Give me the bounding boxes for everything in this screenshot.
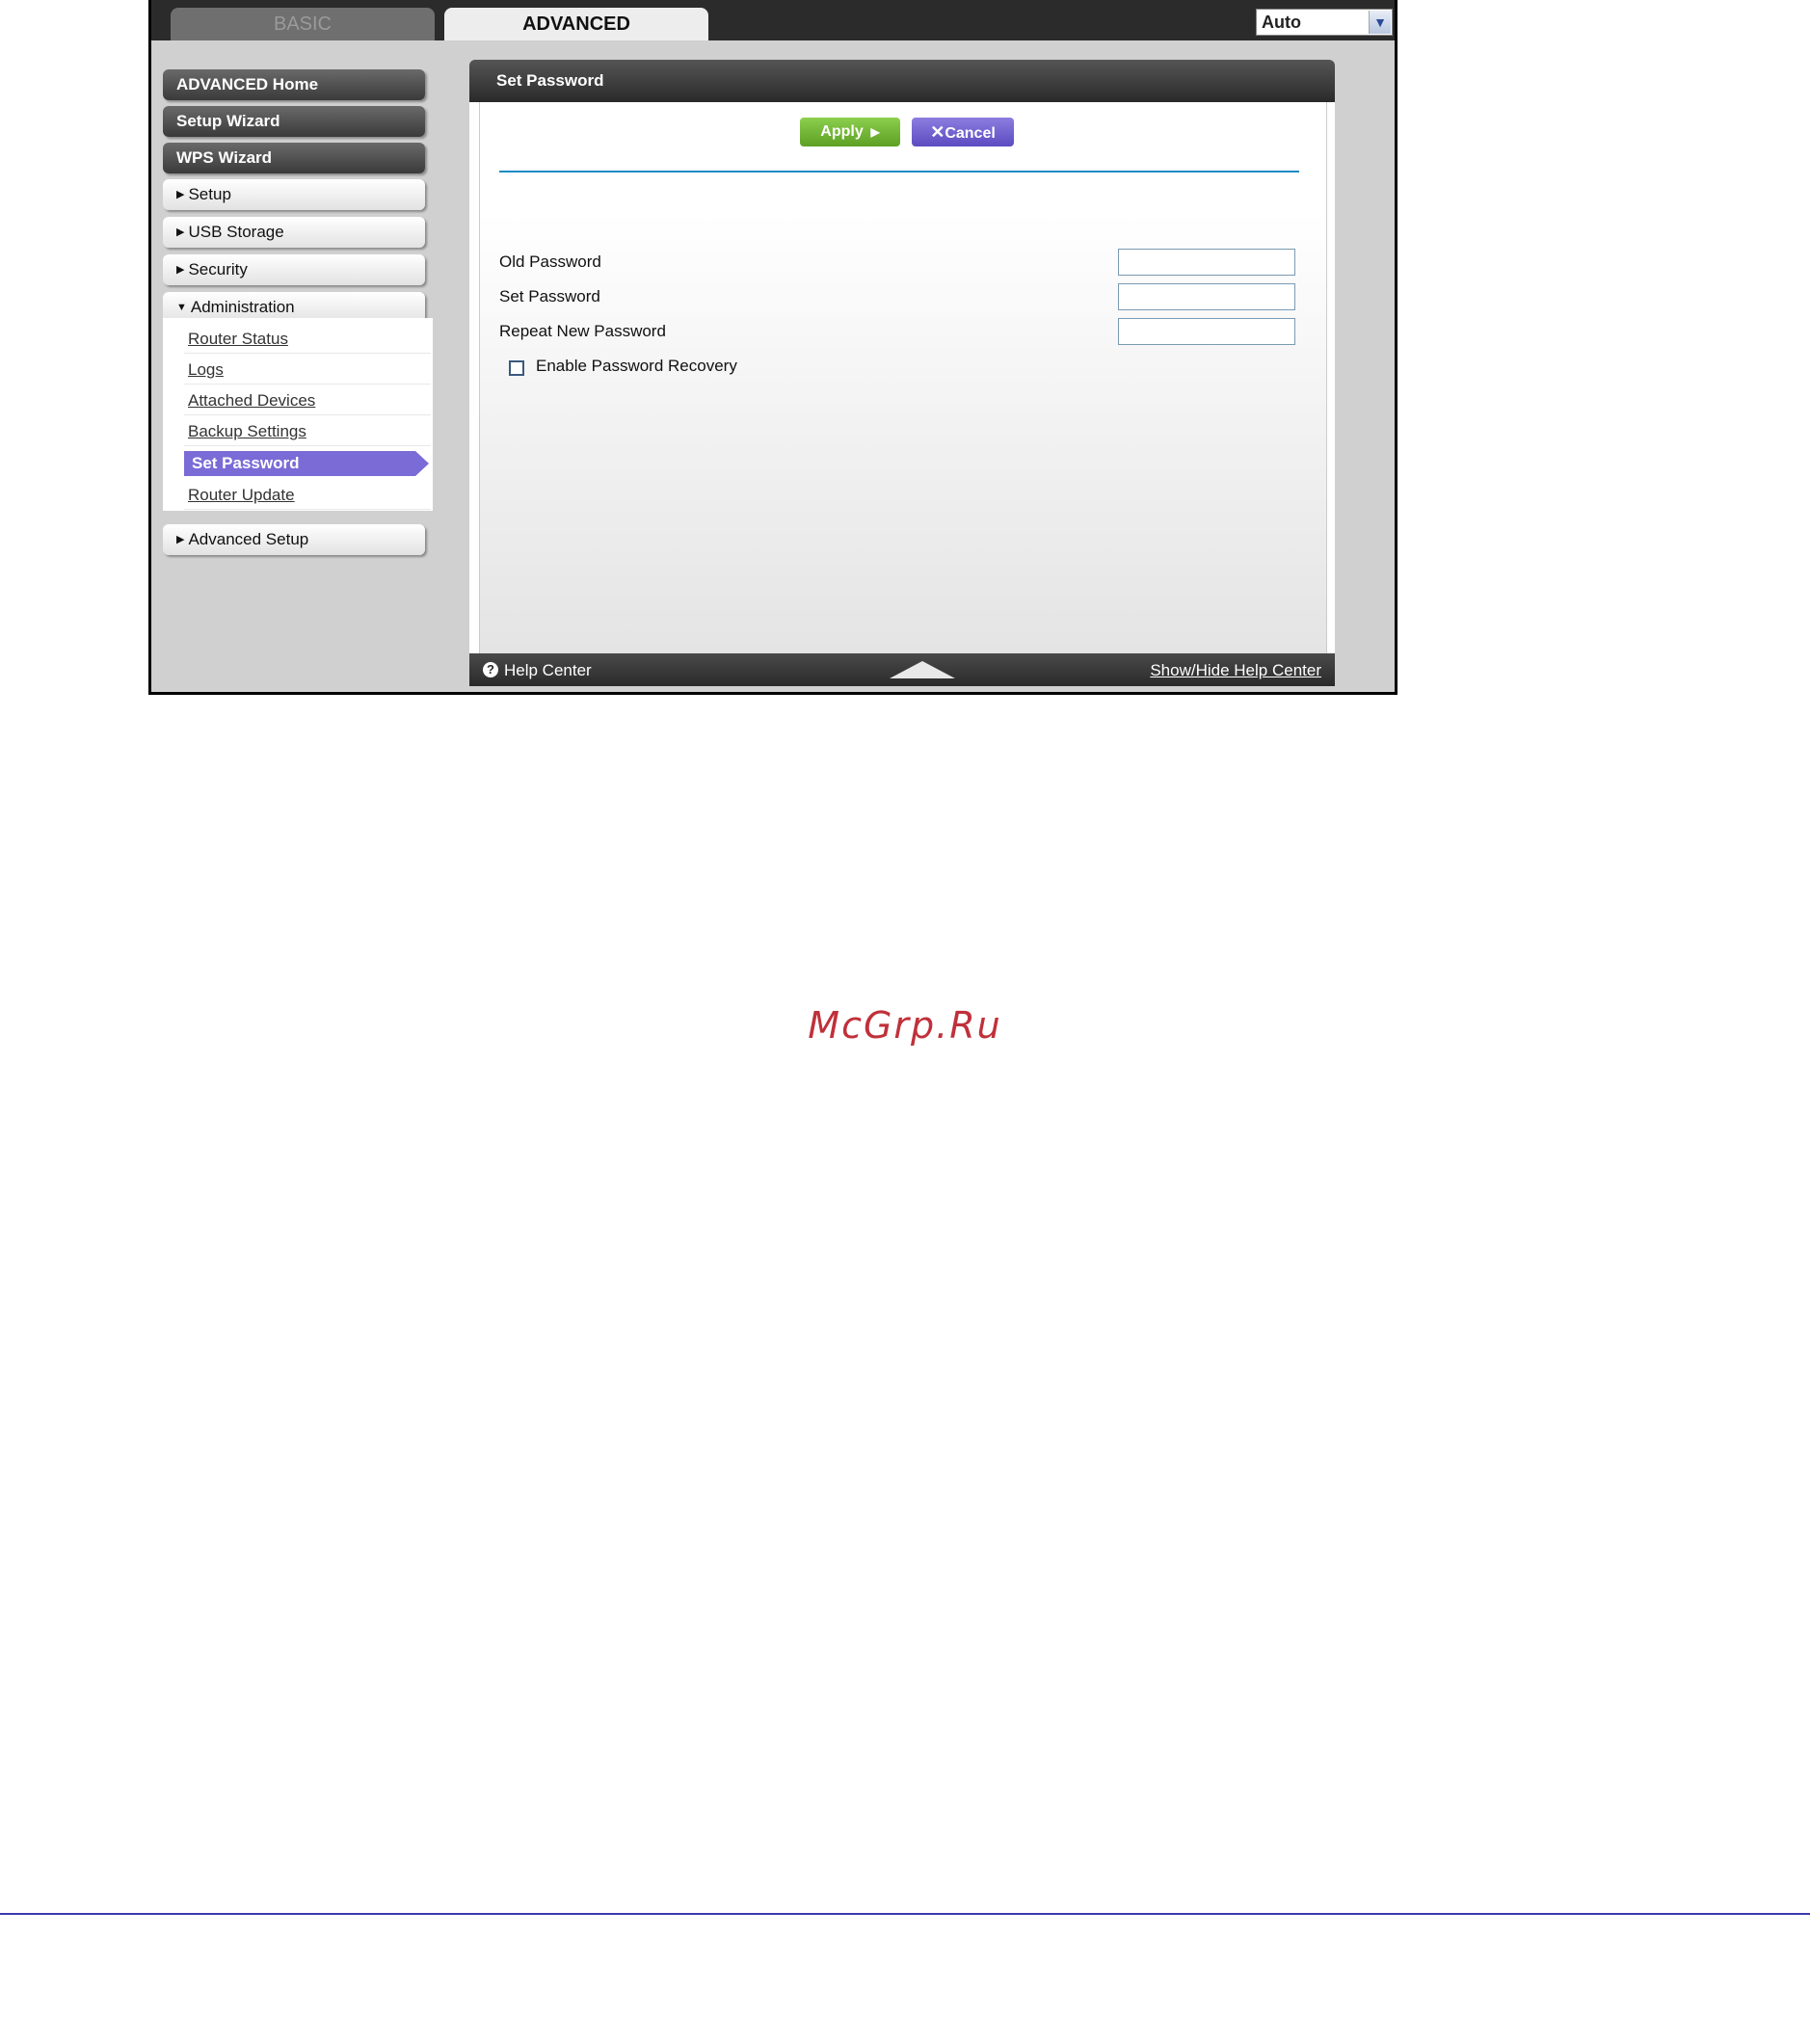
sidebar-item-set-password[interactable]: Set Password <box>184 451 429 476</box>
apply-button[interactable]: Apply ▶ <box>800 118 900 146</box>
top-tab-bar: BASIC ADVANCED Auto ▼ <box>151 0 1395 40</box>
sidebar-item-advanced-home[interactable]: ADVANCED Home <box>163 69 425 100</box>
caret-right-icon: ▶ <box>176 264 185 276</box>
set-password-field[interactable] <box>1118 283 1295 310</box>
expand-up-icon[interactable] <box>890 661 955 678</box>
tab-advanced[interactable]: ADVANCED <box>444 8 708 40</box>
close-icon: ✕ <box>930 122 945 142</box>
show-hide-help-link[interactable]: Show/Hide Help Center <box>1150 661 1321 680</box>
router-admin-window: BASIC ADVANCED Auto ▼ ADVANCED Home Setu… <box>148 0 1397 695</box>
help-icon: ? <box>483 662 498 677</box>
panel-title: Set Password <box>469 60 1335 102</box>
sidebar-item-setup-wizard[interactable]: Setup Wizard <box>163 106 425 137</box>
caret-right-icon: ▶ <box>176 534 185 545</box>
play-icon: ▶ <box>867 125 880 139</box>
panel-body: Apply ▶ ✕Cancel Old Password Set Passwor… <box>479 102 1327 653</box>
sidebar-section-label: Administration <box>190 298 295 316</box>
tab-basic[interactable]: BASIC <box>171 8 435 40</box>
sidebar-section-label: USB Storage <box>188 223 284 241</box>
sidebar-section-usb-storage[interactable]: ▶ USB Storage <box>163 217 425 248</box>
caret-down-icon: ▼ <box>176 302 187 313</box>
sidebar-item-router-update[interactable]: Router Update <box>184 480 431 510</box>
caret-right-icon: ▶ <box>176 189 185 200</box>
language-select-value: Auto <box>1262 13 1301 32</box>
section-divider <box>499 171 1299 173</box>
sidebar-item-attached-devices[interactable]: Attached Devices <box>184 385 431 415</box>
sidebar-section-label: Security <box>188 260 248 279</box>
sidebar-section-label: Advanced Setup <box>188 530 309 548</box>
old-password-label: Old Password <box>499 252 601 271</box>
sidebar-section-advanced-setup[interactable]: ▶ Advanced Setup <box>163 524 425 555</box>
password-recovery-label: Enable Password Recovery <box>536 357 737 375</box>
old-password-field[interactable] <box>1118 249 1295 276</box>
repeat-password-field[interactable] <box>1118 318 1295 345</box>
sidebar-item-router-status[interactable]: Router Status <box>184 324 431 354</box>
repeat-password-label: Repeat New Password <box>499 322 666 340</box>
set-password-panel: Set Password Apply ▶ ✕Cancel Old Passwor… <box>469 60 1335 686</box>
sidebar-item-logs[interactable]: Logs <box>184 355 431 385</box>
apply-label: Apply <box>820 123 864 140</box>
cancel-label: Cancel <box>945 125 996 142</box>
watermark-text: McGrp.Ru <box>808 1004 1002 1047</box>
page-bottom-rule <box>0 1913 1810 1915</box>
password-recovery-checkbox[interactable] <box>509 360 524 376</box>
cancel-button[interactable]: ✕Cancel <box>912 118 1014 146</box>
help-center-bar: ? Help Center Show/Hide Help Center <box>469 653 1335 686</box>
set-password-label: Set Password <box>499 287 600 305</box>
sidebar-item-wps-wizard[interactable]: WPS Wizard <box>163 143 425 173</box>
sidebar-section-label: Setup <box>188 185 231 203</box>
sidebar-section-security[interactable]: ▶ Security <box>163 254 425 285</box>
help-center-label: Help Center <box>504 661 592 679</box>
language-select[interactable]: Auto ▼ <box>1256 9 1393 36</box>
chevron-down-icon[interactable]: ▼ <box>1369 11 1391 34</box>
caret-right-icon: ▶ <box>176 226 185 238</box>
sidebar-section-setup[interactable]: ▶ Setup <box>163 179 425 210</box>
sidebar-item-backup-settings[interactable]: Backup Settings <box>184 416 431 446</box>
